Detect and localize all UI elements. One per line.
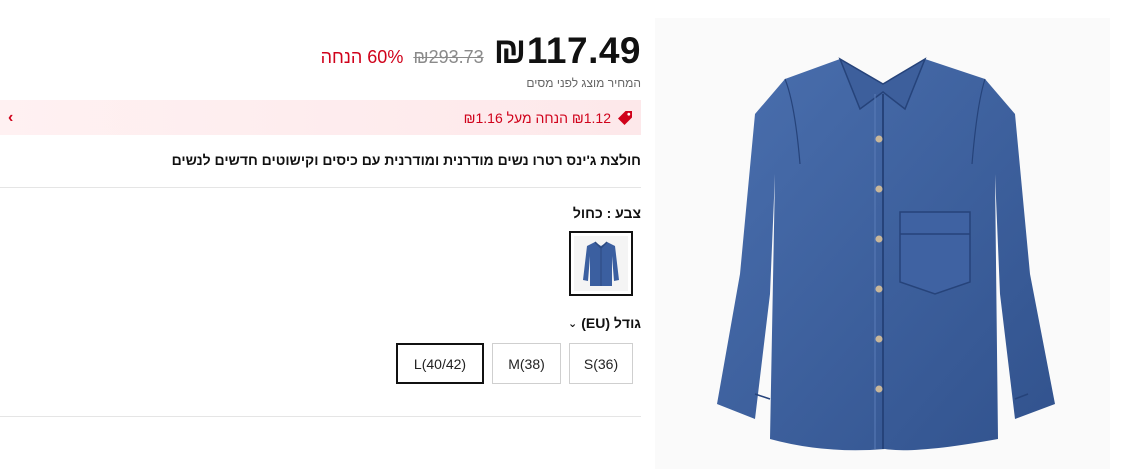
promo-banner[interactable]: ₪1.12 הנחה מעל ₪1.16 › xyxy=(0,100,641,135)
price-tag-icon xyxy=(618,110,632,125)
product-title: חולצת ג'ינס רטרו נשים מודרנית ומודרנית ע… xyxy=(171,152,641,168)
color-label: צבע : כחול xyxy=(572,205,641,221)
divider xyxy=(0,187,641,188)
product-page: ₪117.49 ₪293.73 60% הנחה המחיר מוצג לפני… xyxy=(0,0,1126,469)
promo-text: ₪1.12 הנחה מעל ₪1.16 xyxy=(463,109,611,126)
size-options: S(36) M(38) L(40/42) xyxy=(396,343,633,384)
swatch-thumbnail xyxy=(574,236,628,291)
size-selector-label[interactable]: גודל (EU) ⌄ xyxy=(568,315,641,331)
price-row: ₪117.49 ₪293.73 60% הנחה xyxy=(321,30,641,72)
original-price: ₪293.73 xyxy=(413,47,484,67)
product-image-panel[interactable] xyxy=(655,18,1110,469)
current-price: ₪117.49 xyxy=(493,30,641,71)
size-option-s[interactable]: S(36) xyxy=(569,343,633,384)
denim-shirt-thumbnail-icon xyxy=(583,240,619,286)
divider xyxy=(0,416,641,417)
size-option-m[interactable]: M(38) xyxy=(492,343,561,384)
tax-note: המחיר מוצג לפני מסים xyxy=(526,76,641,90)
chevron-down-icon: ⌄ xyxy=(568,317,578,330)
product-info-panel: ₪117.49 ₪293.73 60% הנחה המחיר מוצג לפני… xyxy=(0,0,641,469)
color-swatch-blue[interactable] xyxy=(569,231,633,296)
promo-content: ₪1.12 הנחה מעל ₪1.16 xyxy=(464,110,633,126)
size-option-l[interactable]: L(40/42) xyxy=(396,343,484,384)
denim-shirt-image-icon xyxy=(717,57,1055,451)
discount-badge: 60% הנחה xyxy=(320,47,404,67)
size-label-text: גודל (EU) xyxy=(581,315,641,331)
chevron-right-icon[interactable]: › xyxy=(8,109,13,127)
